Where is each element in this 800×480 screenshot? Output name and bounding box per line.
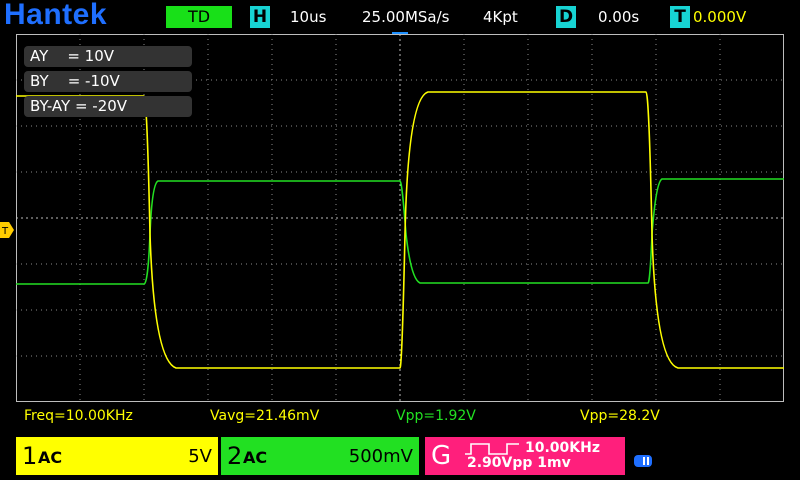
square-wave-icon [465,443,519,455]
delay-value: 0.00s [598,8,640,26]
generator-amplitude: 2.90Vpp 1mv [467,455,571,471]
memory-depth-value: 4Kpt [483,8,518,26]
ch1-scale: 5V [188,446,212,467]
horizontal-icon[interactable]: H [250,6,270,28]
ch1-number: 1 [22,442,38,470]
generator-box[interactable]: G 10.00KHz 2.90Vpp 1mv [425,437,625,475]
ch2-number: 2 [227,442,243,470]
trigger-level-value: 0.000V [693,8,747,26]
ch2-coupling: AC [243,448,268,467]
trigger-level-marker[interactable]: T [0,222,14,238]
math-label-by-ay: BY-AY = -20V [24,96,192,117]
math-label-by: BY = -10V [24,71,192,92]
measure-vpp-ch2: Vpp=1.92V [396,408,476,424]
generator-frequency: 10.00KHz [525,440,600,456]
top-status-bar: Hantek TD H 10us 25.00MSa/s 4Kpt D 0.00s… [0,0,800,32]
channel-1-box[interactable]: 1 AC 5V [16,437,218,475]
math-label-ay: AY = 10V [24,46,192,67]
trigger-icon[interactable]: T [670,6,690,28]
mode-indicator[interactable]: TD [166,6,232,28]
generator-letter: G [431,441,452,471]
measure-vavg: Vavg=21.46mV [210,408,320,424]
svg-text:T: T [1,226,9,237]
ch1-coupling: AC [38,448,63,467]
channel-2-box[interactable]: 2 AC 500mV [221,437,419,475]
sample-rate-value: 25.00MSa/s [362,8,450,26]
battery-icon [634,455,652,467]
brand-logo: Hantek [4,0,108,31]
delay-icon[interactable]: D [556,6,576,28]
waveform-display[interactable]: AY = 10V BY = -10V BY-AY = -20V [16,34,784,402]
ch2-scale: 500mV [348,446,413,467]
measure-vpp-ch1: Vpp=28.2V [580,408,660,424]
measure-freq: Freq=10.00KHz [24,408,133,424]
timebase-value: 10us [290,8,327,26]
